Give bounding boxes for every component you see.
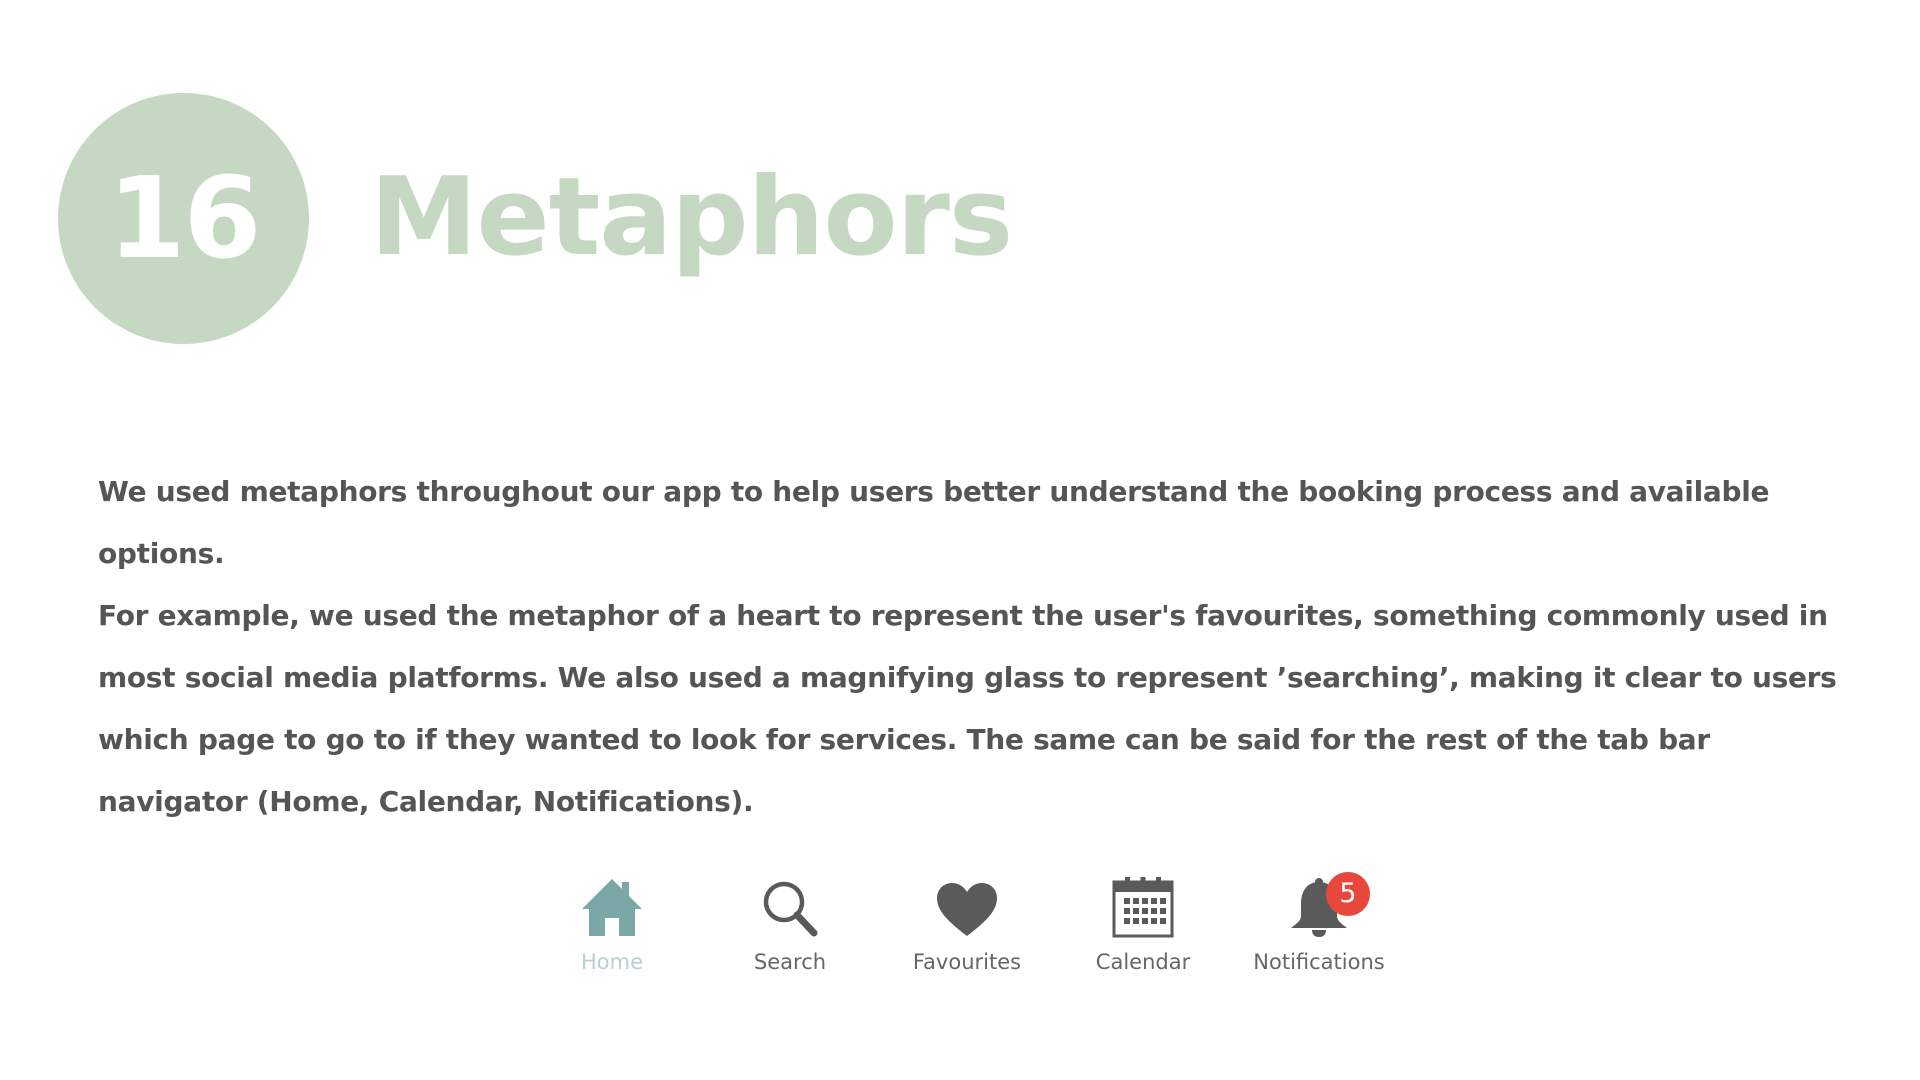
intro-paragraph: We used metaphors throughout our app to … xyxy=(98,475,1770,570)
tab-bar-navigator: Home Search Favourites Calendar 5 Notifi… xyxy=(0,870,1920,980)
bell-icon: 5 xyxy=(1283,870,1370,938)
tab-calendar[interactable]: Calendar xyxy=(1053,870,1233,980)
magnifying-glass-icon xyxy=(754,870,826,938)
slide: 16 Metaphors We used metaphors throughou… xyxy=(0,0,1920,1080)
tab-calendar-label: Calendar xyxy=(1095,950,1191,974)
example-paragraph: For example, we used the metaphor of a h… xyxy=(98,599,1837,818)
calendar-icon xyxy=(1107,870,1179,938)
tab-notifications[interactable]: 5 Notifications xyxy=(1229,870,1409,980)
slide-number-badge: 16 xyxy=(58,93,309,344)
tab-search[interactable]: Search xyxy=(700,870,880,980)
tab-home-label: Home xyxy=(580,950,643,974)
tab-favourites[interactable]: Favourites xyxy=(877,870,1057,980)
slide-number: 16 xyxy=(107,153,262,284)
tab-favourites-label: Favourites xyxy=(912,950,1022,974)
home-icon xyxy=(576,870,648,938)
tab-search-label: Search xyxy=(753,950,827,974)
tab-home[interactable]: Home xyxy=(522,870,702,980)
tab-notifications-label: Notifications xyxy=(1253,950,1385,974)
notification-count-badge: 5 xyxy=(1326,872,1370,916)
slide-title: Metaphors xyxy=(370,155,1013,280)
heart-icon xyxy=(931,870,1003,938)
